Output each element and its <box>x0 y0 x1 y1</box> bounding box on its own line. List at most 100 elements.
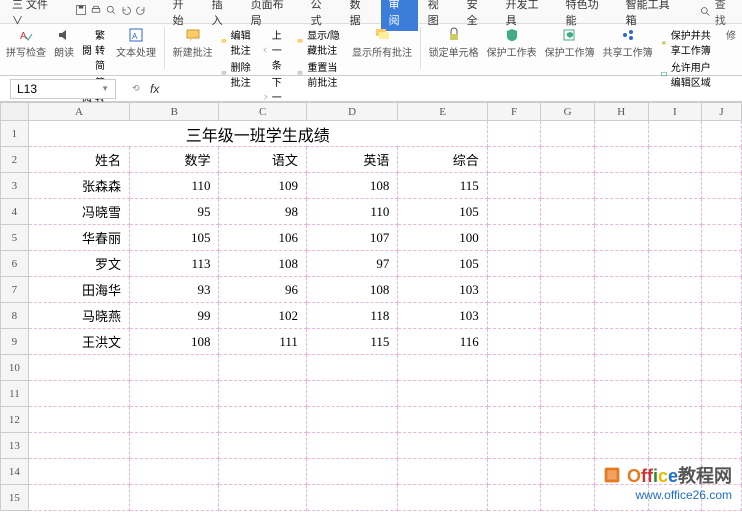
cell[interactable] <box>702 225 742 251</box>
cell[interactable] <box>487 485 541 511</box>
cell[interactable]: 综合 <box>398 147 487 173</box>
sheet-title-cell[interactable]: 三年级一班学生成绩 <box>28 121 487 147</box>
del-comment-button[interactable]: 删除批注 <box>221 59 254 89</box>
spellcheck-button[interactable]: A 拼写检查 <box>6 27 46 59</box>
lock-cells-button[interactable]: 锁定单元格 <box>429 27 479 59</box>
tab-security[interactable]: 安全 <box>459 0 496 31</box>
cell[interactable] <box>648 199 702 225</box>
cell[interactable] <box>648 173 702 199</box>
cell[interactable] <box>28 459 129 485</box>
tab-developer[interactable]: 开发工具 <box>498 0 556 31</box>
cell[interactable]: 108 <box>306 173 397 199</box>
row-header[interactable]: 9 <box>1 329 29 355</box>
cell[interactable] <box>28 485 129 511</box>
cell[interactable] <box>541 381 595 407</box>
col-header-I[interactable]: I <box>648 103 702 121</box>
cell[interactable] <box>648 329 702 355</box>
tab-home[interactable]: 开始 <box>165 0 202 31</box>
cell[interactable]: 98 <box>219 199 306 225</box>
cell[interactable] <box>541 225 595 251</box>
cell[interactable] <box>702 277 742 303</box>
fx-label[interactable]: fx <box>150 82 159 96</box>
cell[interactable] <box>541 173 595 199</box>
cell[interactable] <box>487 329 541 355</box>
cell[interactable] <box>28 381 129 407</box>
cell[interactable] <box>648 355 702 381</box>
cell[interactable] <box>306 433 397 459</box>
row-header[interactable]: 10 <box>1 355 29 381</box>
row-header[interactable]: 12 <box>1 407 29 433</box>
cell[interactable] <box>130 459 219 485</box>
cell[interactable]: 105 <box>398 251 487 277</box>
col-header-C[interactable]: C <box>219 103 306 121</box>
cell[interactable]: 110 <box>130 173 219 199</box>
cell[interactable] <box>702 251 742 277</box>
cell[interactable] <box>398 381 487 407</box>
reset-comment-button[interactable]: 重置当前批注 <box>297 59 344 89</box>
print-preview-icon[interactable] <box>105 4 117 19</box>
cell[interactable]: 英语 <box>306 147 397 173</box>
row-header[interactable]: 7 <box>1 277 29 303</box>
cell[interactable] <box>702 433 742 459</box>
cell[interactable] <box>130 381 219 407</box>
cell[interactable] <box>648 381 702 407</box>
cell[interactable] <box>702 303 742 329</box>
cell[interactable] <box>487 407 541 433</box>
cell[interactable] <box>648 303 702 329</box>
cell[interactable]: 106 <box>219 225 306 251</box>
cell[interactable] <box>541 407 595 433</box>
cell[interactable]: 姓名 <box>28 147 129 173</box>
cell[interactable]: 99 <box>130 303 219 329</box>
cell[interactable] <box>541 147 595 173</box>
cell[interactable] <box>306 355 397 381</box>
cell[interactable]: 109 <box>219 173 306 199</box>
cell[interactable] <box>648 251 702 277</box>
cell[interactable] <box>594 251 648 277</box>
cell[interactable] <box>487 303 541 329</box>
cell[interactable] <box>594 173 648 199</box>
cell[interactable] <box>219 355 306 381</box>
cell[interactable]: 103 <box>398 277 487 303</box>
cell[interactable]: 108 <box>130 329 219 355</box>
cell[interactable]: 103 <box>398 303 487 329</box>
cell[interactable]: 108 <box>219 251 306 277</box>
cell[interactable] <box>541 433 595 459</box>
name-box[interactable]: L13 ▼ <box>10 79 116 99</box>
cell[interactable] <box>487 459 541 485</box>
file-menu[interactable]: 三 文件 ∨ <box>6 0 67 30</box>
cell[interactable] <box>541 459 595 485</box>
cell[interactable]: 113 <box>130 251 219 277</box>
cell[interactable]: 115 <box>398 173 487 199</box>
simp2trad-button[interactable]: 閱繁转简 <box>82 27 108 72</box>
cell[interactable] <box>702 147 742 173</box>
cell[interactable] <box>487 173 541 199</box>
cell[interactable] <box>594 303 648 329</box>
cell[interactable] <box>219 433 306 459</box>
cell[interactable]: 王洪文 <box>28 329 129 355</box>
tab-special[interactable]: 特色功能 <box>558 0 616 31</box>
cell[interactable] <box>702 355 742 381</box>
cell[interactable] <box>487 225 541 251</box>
chevron-down-icon[interactable]: ▼ <box>101 84 109 93</box>
cell[interactable] <box>130 485 219 511</box>
cell[interactable] <box>541 121 595 147</box>
cell[interactable] <box>541 277 595 303</box>
cell[interactable]: 107 <box>306 225 397 251</box>
cell[interactable] <box>541 199 595 225</box>
cell[interactable] <box>306 485 397 511</box>
tab-data[interactable]: 数据 <box>342 0 379 31</box>
cell[interactable]: 116 <box>398 329 487 355</box>
cell[interactable] <box>648 277 702 303</box>
row-header[interactable]: 3 <box>1 173 29 199</box>
col-header-J[interactable]: J <box>702 103 742 121</box>
cell[interactable] <box>541 251 595 277</box>
cell[interactable] <box>487 355 541 381</box>
row-header[interactable]: 14 <box>1 459 29 485</box>
search-box[interactable]: 查找 <box>700 0 736 28</box>
tab-formula[interactable]: 公式 <box>303 0 340 31</box>
cell[interactable] <box>648 147 702 173</box>
row-header[interactable]: 13 <box>1 433 29 459</box>
prev-comment-button[interactable]: 上一条 <box>262 27 289 72</box>
col-header-H[interactable]: H <box>594 103 648 121</box>
row-header[interactable]: 2 <box>1 147 29 173</box>
